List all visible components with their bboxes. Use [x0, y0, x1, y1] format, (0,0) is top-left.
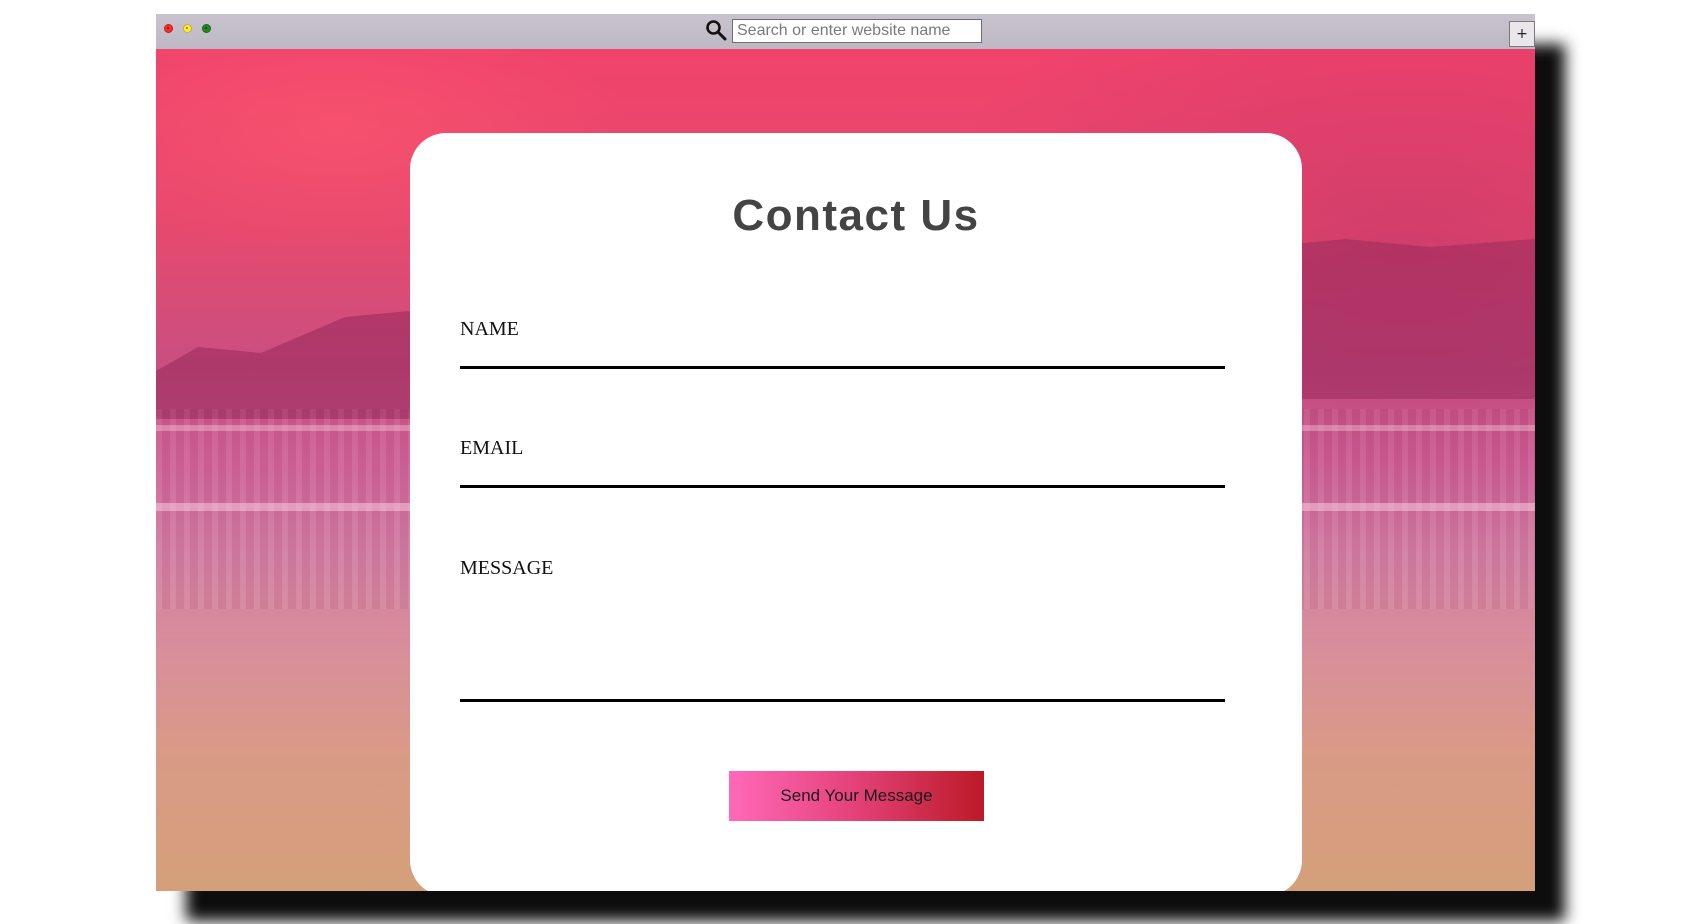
maximize-window-button[interactable]	[202, 24, 211, 33]
search-icon[interactable]	[705, 19, 727, 41]
address-search-input[interactable]	[732, 19, 982, 43]
message-textarea[interactable]	[460, 587, 1225, 702]
name-label: NAME	[460, 318, 519, 340]
name-input[interactable]	[460, 348, 1225, 369]
browser-toolbar: +	[156, 14, 1535, 50]
minimize-window-button[interactable]	[183, 24, 192, 33]
new-tab-button[interactable]: +	[1509, 21, 1535, 47]
close-window-button[interactable]	[164, 24, 173, 33]
contact-form-card: Contact Us NAME EMAIL MESSAGE Send Your …	[410, 133, 1302, 891]
email-label: EMAIL	[460, 437, 524, 459]
name-field: NAME	[460, 318, 1225, 369]
email-field: EMAIL	[460, 437, 1225, 488]
page-viewport: Contact Us NAME EMAIL MESSAGE Send Your …	[156, 49, 1535, 891]
email-input[interactable]	[460, 467, 1225, 488]
message-label: MESSAGE	[460, 557, 554, 579]
browser-window: + Contact Us NAME EMAIL MESSAGE Send You…	[156, 14, 1535, 891]
send-message-button[interactable]: Send Your Message	[729, 771, 984, 821]
page-title: Contact Us	[732, 191, 980, 240]
message-field: MESSAGE	[460, 557, 1225, 702]
